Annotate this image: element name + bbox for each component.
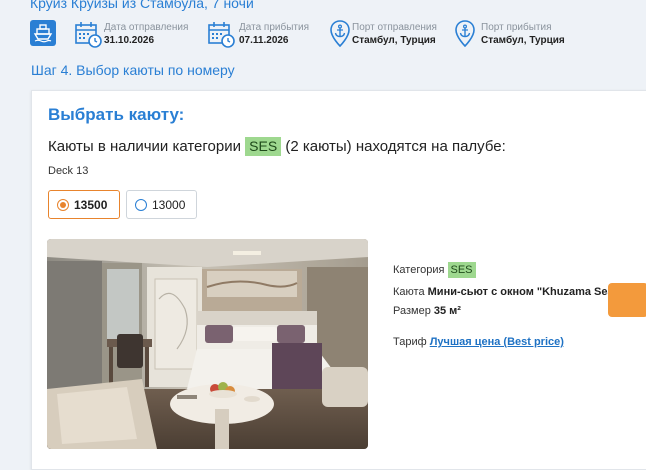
cruise-title: Круиз Круизы из Стамбула, 7 ночи [30, 0, 254, 11]
radio-selected[interactable] [57, 199, 69, 211]
ship-icon [30, 20, 56, 46]
cabin-value: Мини-сьют с окном "Khuzama Seaview [427, 286, 638, 298]
departure-date-value: 31.10.2026 [104, 35, 155, 46]
radio-unselected[interactable] [135, 199, 147, 211]
tariff-label: Тариф [393, 336, 427, 348]
deck-label: Deck 13 [48, 165, 89, 177]
arrival-date-label: Дата прибытия [239, 22, 309, 33]
arrival-port-value: Стамбул, Турция [481, 35, 565, 46]
step-title: Шаг 4. Выбор каюты по номеру [31, 62, 235, 78]
cruise-info-row: Дата отправления 31.10.2026 Дата прибыти… [30, 20, 646, 50]
cabin-option-13000[interactable]: 13000 [126, 190, 197, 219]
size-label: Размер [393, 305, 431, 317]
choose-cabin-title: Выбрать каюту: [48, 105, 185, 124]
cabin-selection-card: Выбрать каюту: Каюты в наличии категории… [31, 90, 646, 470]
availability-suffix: (2 каюты) находятся на палубе: [285, 138, 506, 155]
departure-date-label: Дата отправления [104, 22, 189, 33]
calendar-icon [75, 22, 102, 48]
detail-tariff: Тариф Лучшая цена (Best price) [393, 336, 564, 348]
anchor-pin-icon [455, 20, 475, 48]
cabin-number: 13500 [74, 198, 108, 212]
detail-category: Категория SES [393, 262, 476, 278]
availability-prefix: Каюты в наличии категории [48, 138, 241, 155]
category-label: Категория [393, 264, 445, 276]
availability-text: Каюты в наличии категории SES (2 каюты) … [48, 137, 506, 156]
tariff-link[interactable]: Лучшая цена (Best price) [430, 336, 564, 348]
anchor-pin-icon [330, 20, 350, 48]
calendar-icon [208, 22, 235, 48]
cabin-label: Каюта [393, 286, 425, 298]
size-value: 35 м² [433, 305, 461, 317]
continue-button[interactable] [608, 283, 646, 317]
cabin-number: 13000 [152, 198, 186, 212]
cabin-option-13500[interactable]: 13500 [48, 190, 120, 219]
arrival-port-label: Порт прибытия [481, 22, 552, 33]
detail-cabin: Каюта Мини-сьют с окном "Khuzama Seaview [393, 286, 637, 298]
departure-port-value: Стамбул, Турция [352, 35, 436, 46]
category-value-badge: SES [447, 262, 476, 278]
detail-size: Размер 35 м² [393, 305, 461, 317]
cabin-photo [47, 239, 368, 449]
arrival-date-value: 07.11.2026 [239, 35, 289, 46]
category-badge: SES [245, 137, 282, 156]
departure-port-label: Порт отправления [352, 22, 437, 33]
